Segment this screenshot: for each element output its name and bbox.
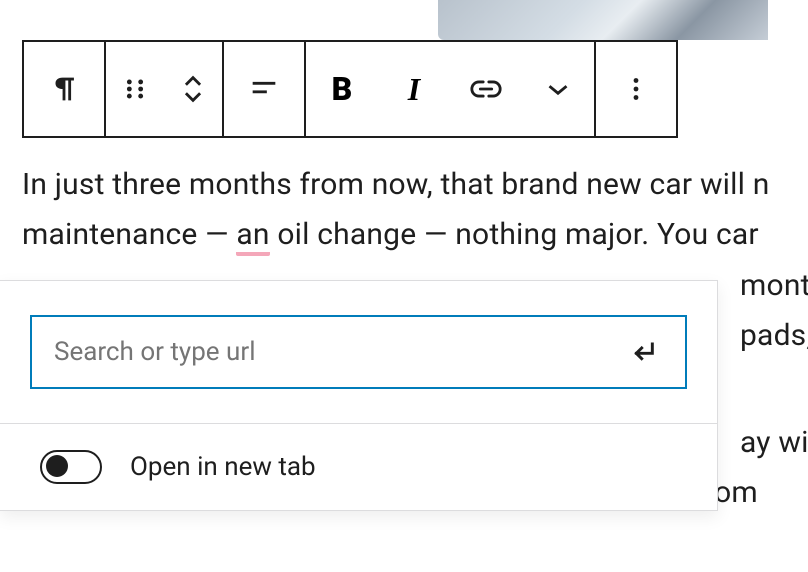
chevron-down-icon — [541, 72, 575, 106]
italic-icon: I — [408, 71, 420, 108]
text-line: oil change — nothing major. You car — [270, 217, 759, 252]
italic-button[interactable]: I — [378, 42, 450, 136]
more-formatting-button[interactable] — [522, 42, 594, 136]
text-line: ay with — [740, 425, 808, 460]
options-button[interactable] — [596, 42, 676, 136]
align-left-icon — [247, 72, 281, 106]
drag-handle-button[interactable] — [106, 42, 164, 136]
block-toolbar: B I — [22, 40, 678, 138]
chevron-up-down-icon — [176, 72, 210, 106]
spell-error: an — [236, 217, 269, 256]
link-icon — [469, 72, 503, 106]
bold-icon: B — [332, 70, 353, 108]
text-line: maintenance — — [22, 217, 236, 252]
more-vertical-icon — [619, 72, 653, 106]
drag-icon — [118, 72, 152, 106]
link-button[interactable] — [450, 42, 522, 136]
text-line: pads, t — [740, 318, 808, 353]
text-line: In just three months from now, that bran… — [22, 167, 770, 202]
align-button[interactable] — [224, 42, 304, 136]
link-popover: Open in new tab — [0, 280, 718, 511]
open-new-tab-label: Open in new tab — [130, 452, 316, 482]
bold-button[interactable]: B — [306, 42, 378, 136]
paragraph-icon — [47, 72, 81, 106]
url-input-container — [30, 315, 687, 389]
enter-icon — [627, 336, 659, 368]
text-line: months — [740, 268, 808, 303]
url-input[interactable] — [54, 337, 623, 367]
move-up-down-button[interactable] — [164, 42, 222, 136]
open-new-tab-toggle[interactable] — [40, 450, 102, 484]
image-block-placeholder — [438, 0, 768, 40]
block-type-paragraph-button[interactable] — [24, 42, 104, 136]
submit-link-button[interactable] — [623, 332, 663, 372]
